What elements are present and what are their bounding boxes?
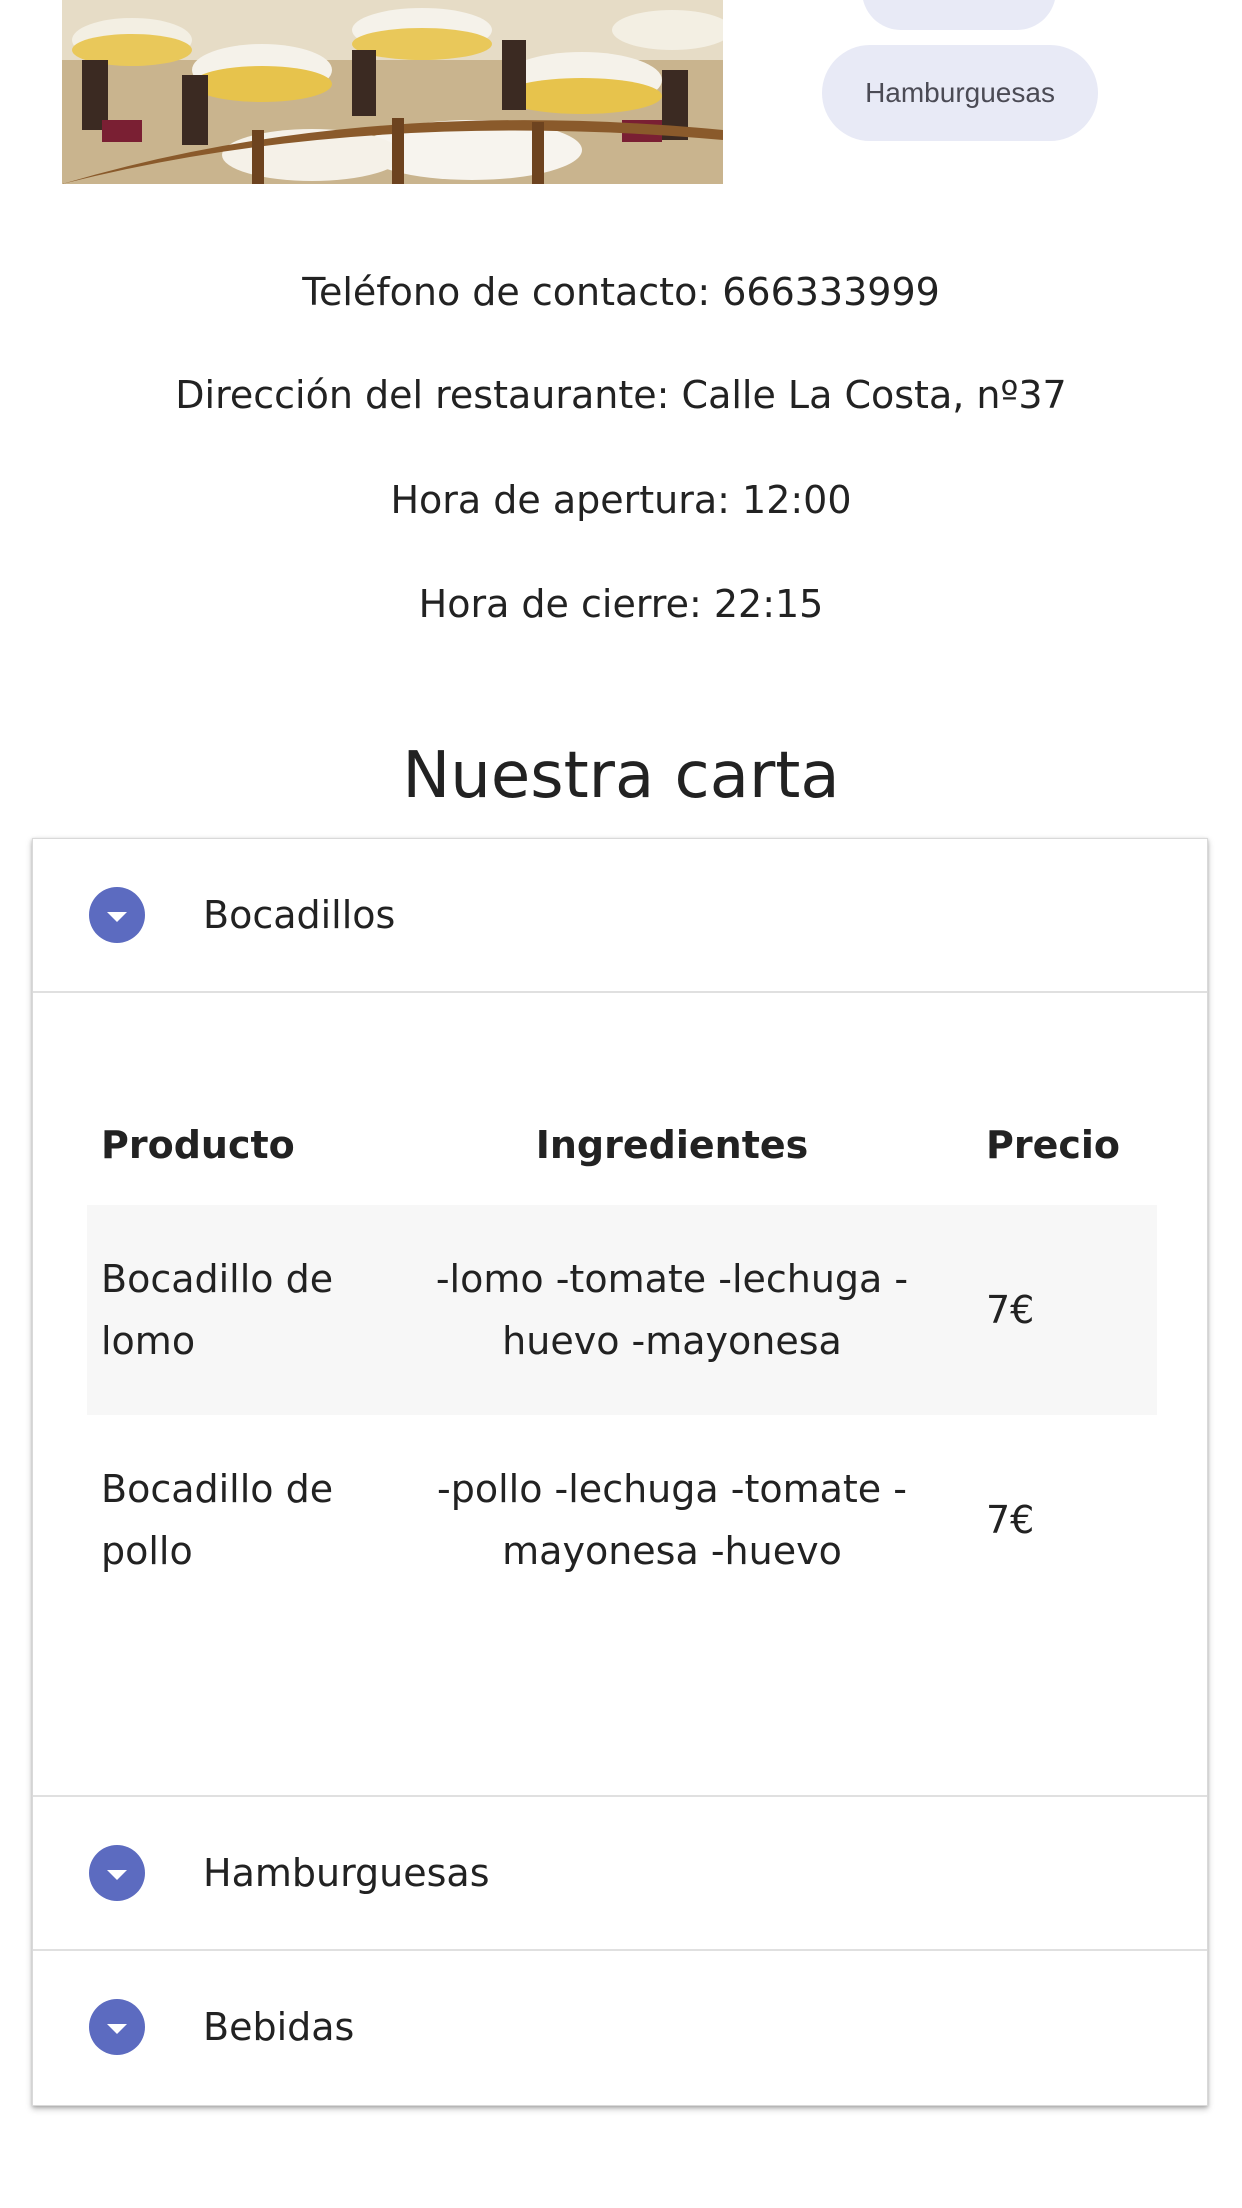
chevron-down-icon[interactable] — [89, 1999, 145, 2055]
table-row: Bocadillo de lomo -lomo -tomate -lechuga… — [87, 1205, 1157, 1415]
category-chip-hamburguesas[interactable]: Hamburguesas — [822, 45, 1098, 141]
product-price: 7€ — [986, 1498, 1035, 1542]
contact-phone: Teléfono de contacto: 666333999 — [302, 270, 940, 314]
product-name: Bocadillo de pollo — [101, 1467, 334, 1573]
restaurant-photo — [62, 0, 723, 184]
chevron-down-icon[interactable] — [89, 887, 145, 943]
product-price: 7€ — [986, 1288, 1035, 1332]
opening-hour: Hora de apertura: 12:00 — [390, 478, 852, 522]
closing-hour: Hora de cierre: 22:15 — [418, 582, 824, 626]
table-header-row: Producto Ingredientes Precio — [87, 1085, 1157, 1205]
accordion-header-hamburguesas[interactable]: Hamburguesas — [33, 1795, 1207, 1949]
product-name: Bocadillo de lomo — [101, 1257, 334, 1363]
menu-table: Producto Ingredientes Precio Bocadillo d… — [87, 1085, 1157, 1625]
accordion-header-bocadillos[interactable]: Bocadillos — [33, 839, 1207, 993]
accordion-label: Bebidas — [203, 2005, 355, 2049]
header-price: Precio — [986, 1123, 1121, 1167]
category-chip-partial[interactable] — [862, 0, 1056, 30]
accordion-label: Bocadillos — [203, 893, 396, 937]
accordion-label: Hamburguesas — [203, 1851, 490, 1895]
header-ingredients: Ingredientes — [535, 1123, 809, 1167]
menu-accordion: Bocadillos Producto Ingredientes Precio … — [32, 838, 1208, 2106]
accordion-header-bebidas[interactable]: Bebidas — [33, 1949, 1207, 2103]
restaurant-address: Dirección del restaurante: Calle La Cost… — [175, 373, 1067, 417]
menu-title: Nuestra carta — [402, 739, 840, 813]
table-row: Bocadillo de pollo -pollo -lechuga -toma… — [87, 1415, 1157, 1625]
header-product: Producto — [101, 1123, 295, 1167]
product-ingredients: -lomo -tomate -lechuga -huevo -mayonesa — [435, 1257, 909, 1363]
product-ingredients: -pollo -lechuga -tomate -mayonesa -huevo — [437, 1467, 907, 1573]
chevron-down-icon[interactable] — [89, 1845, 145, 1901]
